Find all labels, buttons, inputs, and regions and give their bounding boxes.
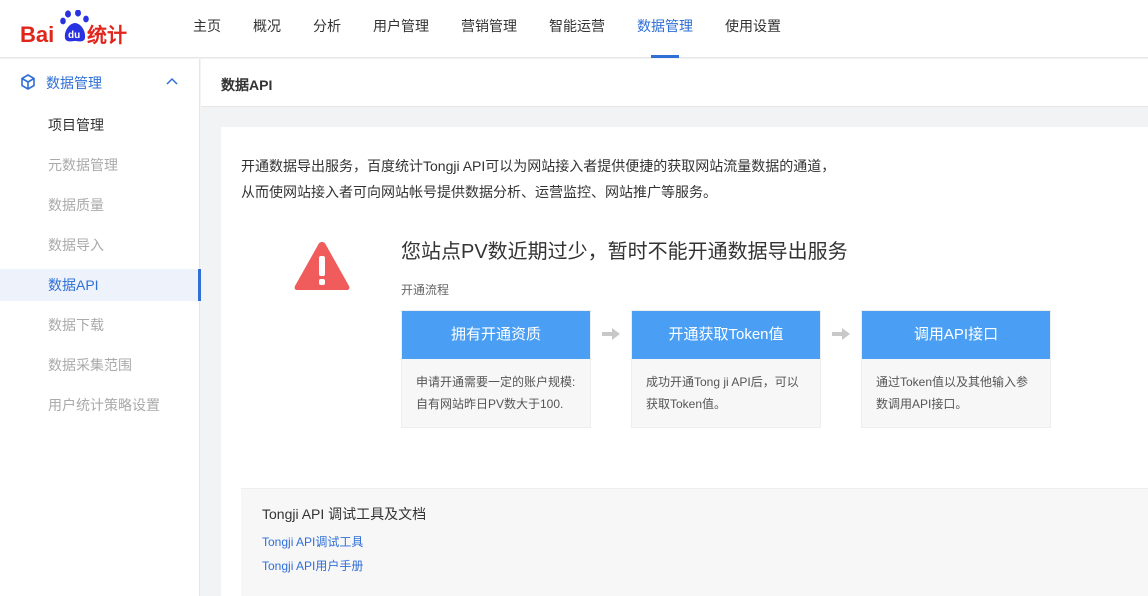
sidebar-item-user-stats-policy[interactable]: 用户统计策略设置 — [0, 385, 200, 425]
svg-text:du: du — [68, 30, 80, 41]
sidebar-item-data-download[interactable]: 数据下载 — [0, 305, 200, 345]
sidebar-group-data-management[interactable]: 数据管理 — [0, 59, 200, 105]
top-navigation-bar: du Bai 统计 主页 概况 分析 用户管理 营销管理 智能运营 数据管理 使… — [0, 0, 1148, 58]
baidu-tongji-logo[interactable]: du Bai 统计 — [20, 10, 140, 46]
flow-label: 开通流程 — [401, 283, 450, 297]
step-header[interactable]: 调用API接口 — [862, 311, 1050, 359]
api-debug-tool-link[interactable]: Tongji API调试工具 — [262, 533, 363, 550]
nav-item-data-management[interactable]: 数据管理 — [621, 0, 709, 58]
sidebar-menu: 项目管理 元数据管理 数据质量 数据导入 数据API 数据下载 数据采集范围 用… — [0, 105, 201, 425]
nav-item-smart-operations[interactable]: 智能运营 — [533, 0, 621, 58]
sidebar-item-metadata-management[interactable]: 元数据管理 — [0, 145, 200, 185]
step-desc-line: 申请开通需要一定的账户规模: — [416, 375, 576, 389]
nav-item-settings[interactable]: 使用设置 — [709, 0, 797, 58]
step-header[interactable]: 开通获取Token值 — [632, 311, 820, 359]
step-header[interactable]: 拥有开通资质 — [402, 311, 590, 359]
step-desc-line: 自有网站昨日PV数大于100. — [416, 397, 564, 411]
warning-title: 您站点PV数近期过少，暂时不能开通数据导出服务 — [401, 241, 848, 263]
intro-text: 开通数据导出服务，百度统计Tongji API可以为网站接入者提供便捷的获取网站… — [241, 153, 835, 205]
sidebar-group-title: 数据管理 — [46, 75, 102, 91]
nav-item-marketing-management[interactable]: 营销管理 — [445, 0, 533, 58]
api-user-manual-link[interactable]: Tongji API用户手册 — [262, 557, 363, 574]
svg-text:Bai: Bai — [20, 22, 54, 46]
intro-line-1: 开通数据导出服务，百度统计Tongji API可以为网站接入者提供便捷的获取网站… — [241, 158, 836, 174]
step-desc-line: 获取Token值。 — [646, 397, 727, 411]
sidebar-item-data-import[interactable]: 数据导入 — [0, 225, 200, 265]
cube-icon — [21, 74, 35, 90]
main-nav: 主页 概况 分析 用户管理 营销管理 智能运营 数据管理 使用设置 — [177, 0, 797, 58]
intro-line-2: 从而使网站接入者可向网站帐号提供数据分析、运营监控、网站推广等服务。 — [241, 184, 717, 200]
page-header: 数据API — [201, 59, 1148, 107]
step-description: 成功开通Tong ji API后，可以 获取Token值。 — [632, 359, 820, 427]
arrow-right-icon — [832, 328, 850, 340]
step-card-call-api: 调用API接口 通过Token值以及其他输入参 数调用API接口。 — [861, 310, 1051, 428]
tools-title: Tongji API 调试工具及文档 — [262, 506, 427, 522]
svg-text:统计: 统计 — [87, 23, 127, 46]
step-description: 通过Token值以及其他输入参 数调用API接口。 — [862, 359, 1050, 427]
nav-item-home[interactable]: 主页 — [177, 0, 237, 58]
step-desc-line: 数调用API接口。 — [876, 397, 968, 411]
sidebar-item-data-api[interactable]: 数据API — [0, 269, 201, 301]
nav-item-analysis[interactable]: 分析 — [297, 0, 357, 58]
step-desc-line: 通过Token值以及其他输入参 — [876, 375, 1029, 389]
step-desc-line: 成功开通Tong ji API后，可以 — [646, 375, 799, 389]
nav-item-user-management[interactable]: 用户管理 — [357, 0, 445, 58]
page-title: 数据API — [221, 77, 273, 93]
chevron-up-icon[interactable] — [165, 75, 179, 89]
step-card-qualification: 拥有开通资质 申请开通需要一定的账户规模: 自有网站昨日PV数大于100. — [401, 310, 591, 428]
sidebar-item-collection-scope[interactable]: 数据采集范围 — [0, 345, 200, 385]
sidebar-item-data-quality[interactable]: 数据质量 — [0, 185, 200, 225]
warning-icon — [294, 242, 350, 290]
arrow-right-icon — [602, 328, 620, 340]
sidebar: 数据管理 项目管理 元数据管理 数据质量 数据导入 数据API 数据下载 数据采… — [0, 59, 201, 596]
sidebar-item-project-management[interactable]: 项目管理 — [0, 105, 200, 145]
nav-item-overview[interactable]: 概况 — [237, 0, 297, 58]
step-card-get-token: 开通获取Token值 成功开通Tong ji API后，可以 获取Token值。 — [631, 310, 821, 428]
step-description: 申请开通需要一定的账户规模: 自有网站昨日PV数大于100. — [402, 359, 590, 427]
api-tools-section: Tongji API 调试工具及文档 Tongji API调试工具 Tongji… — [241, 488, 1148, 596]
